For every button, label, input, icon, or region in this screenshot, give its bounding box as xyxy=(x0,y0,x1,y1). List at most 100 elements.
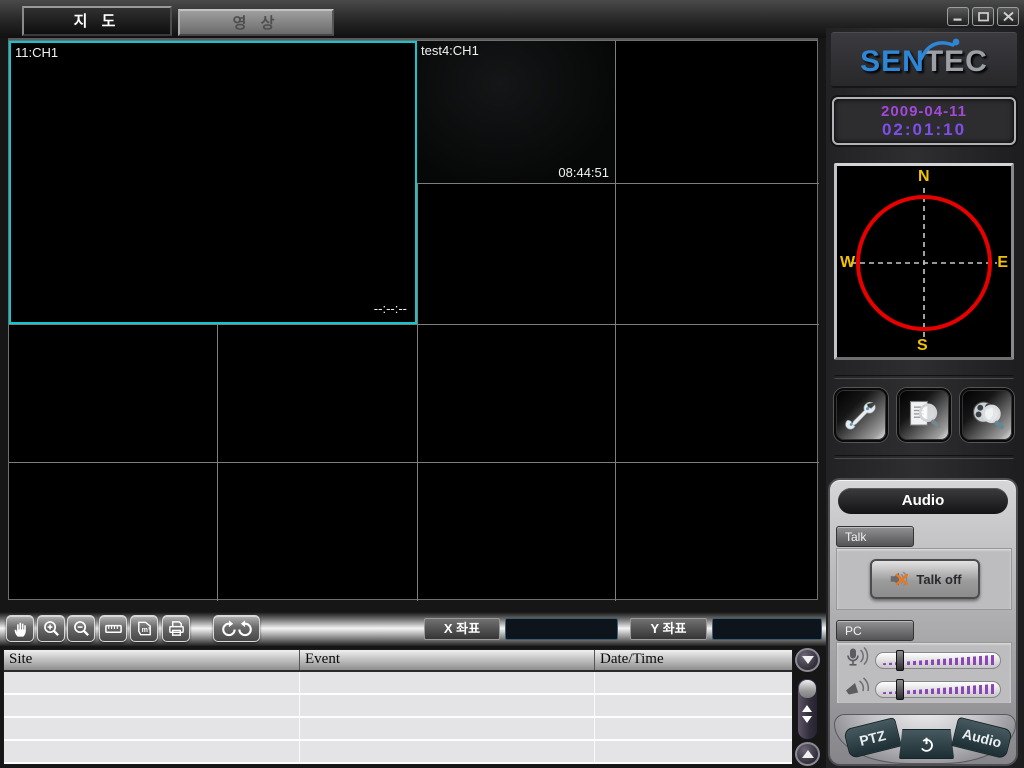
cell-site xyxy=(4,741,300,762)
audio-panel: Audio Talk Talk off PC xyxy=(828,478,1018,766)
measure-area-button[interactable]: m³ xyxy=(130,615,158,642)
zoom-in-button[interactable] xyxy=(37,615,65,642)
scrollbar-track[interactable] xyxy=(797,678,818,740)
cell-site xyxy=(4,718,300,739)
camera-label: test4:CH1 xyxy=(421,43,479,58)
table-row[interactable] xyxy=(4,695,792,718)
mic-volume-slider[interactable] xyxy=(875,652,1001,669)
minimize-button[interactable] xyxy=(947,7,969,26)
compass-north-label: N xyxy=(918,168,930,186)
video-grid: 11:CH1 --:--:-- test4:CH1 08:44:51 xyxy=(8,40,818,600)
x-coordinate-input[interactable] xyxy=(505,618,618,640)
film-search-icon xyxy=(969,397,1005,433)
camera-timestamp: 08:44:51 xyxy=(558,165,609,180)
hand-icon xyxy=(11,619,30,638)
column-header-site: Site xyxy=(4,650,300,670)
speaker-volume-slider[interactable] xyxy=(875,681,1001,698)
video-cell-selected[interactable]: 11:CH1 --:--:-- xyxy=(9,41,417,324)
rotate-undo-redo-icon xyxy=(220,619,254,638)
microphone-icon xyxy=(843,646,875,675)
measure-distance-button[interactable] xyxy=(99,615,127,642)
arrow-down-icon xyxy=(802,716,812,723)
video-cell-test4[interactable]: test4:CH1 08:44:51 xyxy=(417,41,615,183)
audio-mode-button[interactable]: Audio xyxy=(951,717,1013,760)
cell-event xyxy=(300,672,595,693)
video-cell-empty[interactable] xyxy=(217,324,417,462)
y-coordinate-label[interactable]: Y 좌표 xyxy=(630,618,707,640)
power-button[interactable] xyxy=(899,729,954,759)
application-window: 지 도 영 상 11:CH1 --:--:-- tes xyxy=(0,0,1024,768)
zoom-in-icon xyxy=(42,619,61,638)
scroll-up-button[interactable] xyxy=(795,742,820,766)
mic-volume-row xyxy=(843,647,1007,673)
tab-map[interactable]: 지 도 xyxy=(22,6,172,36)
maximize-icon xyxy=(977,11,990,22)
power-icon xyxy=(918,736,935,753)
video-cell-empty[interactable] xyxy=(615,324,819,462)
video-cell-empty[interactable] xyxy=(417,183,615,324)
log-search-button[interactable] xyxy=(897,388,951,442)
compass-panel: N E S W xyxy=(834,163,1014,360)
map-toolbar: m³ X 좌표 Y 좌표 xyxy=(0,612,828,646)
window-controls xyxy=(947,7,1019,26)
table-row[interactable] xyxy=(4,672,792,695)
ptz-mode-button[interactable]: PTZ xyxy=(843,717,902,759)
cell-datetime xyxy=(595,741,792,762)
camera-label: 11:CH1 xyxy=(15,45,58,60)
video-cell-empty[interactable] xyxy=(9,324,217,462)
video-search-button[interactable] xyxy=(960,388,1014,442)
event-table: Site Event Date/Time xyxy=(3,649,793,765)
pc-section xyxy=(836,642,1012,704)
audio-panel-title: Audio xyxy=(838,488,1008,514)
cell-datetime xyxy=(595,695,792,716)
compass-east-label: E xyxy=(997,254,1008,272)
datetime-display: 2009-04-11 02:01:10 xyxy=(832,97,1016,145)
scroll-down-button[interactable] xyxy=(795,648,820,672)
cell-datetime xyxy=(595,718,792,739)
video-cell-empty[interactable] xyxy=(417,462,615,601)
cell-site xyxy=(4,672,300,693)
column-header-event: Event xyxy=(300,650,595,670)
talk-off-icon xyxy=(888,567,912,591)
sidebar: SENTEC 2009-04-11 02:01:10 N E S W xyxy=(826,28,1024,768)
close-button[interactable] xyxy=(997,7,1019,26)
y-coordinate-input[interactable] xyxy=(712,618,822,640)
speaker-volume-thumb[interactable] xyxy=(896,679,904,700)
video-cell-empty[interactable] xyxy=(9,462,217,601)
video-cell-empty[interactable] xyxy=(417,324,615,462)
mic-volume-thumb[interactable] xyxy=(896,650,904,671)
talk-off-label: Talk off xyxy=(916,572,961,587)
zoom-out-button[interactable] xyxy=(67,615,95,642)
tab-video[interactable]: 영 상 xyxy=(178,9,334,36)
event-table-header: Site Event Date/Time xyxy=(4,650,792,672)
talk-tab[interactable]: Talk xyxy=(836,526,914,547)
scrollbar-arrows xyxy=(802,705,812,723)
pan-button[interactable] xyxy=(6,615,34,642)
camera-timestamp: --:--:-- xyxy=(374,301,407,316)
table-row[interactable] xyxy=(4,741,792,764)
scrollbar-thumb[interactable] xyxy=(799,680,816,698)
pc-tab[interactable]: PC xyxy=(836,620,914,641)
cell-event xyxy=(300,718,595,739)
arrow-up-icon xyxy=(802,750,814,758)
video-cell-empty[interactable] xyxy=(615,462,819,601)
maximize-button[interactable] xyxy=(972,7,994,26)
rotate-button[interactable] xyxy=(213,615,260,642)
settings-button[interactable] xyxy=(834,388,888,442)
print-button[interactable] xyxy=(162,615,190,642)
video-cell-empty[interactable] xyxy=(615,183,819,324)
date-text: 2009-04-11 xyxy=(834,103,1014,120)
table-row[interactable] xyxy=(4,718,792,741)
compass-south-label: S xyxy=(917,337,928,355)
area-measure-icon: m³ xyxy=(135,619,154,638)
video-cell-empty[interactable] xyxy=(615,41,819,183)
time-text: 02:01:10 xyxy=(834,120,1014,140)
minimize-icon xyxy=(952,11,965,22)
x-coordinate-label[interactable]: X 좌표 xyxy=(424,618,500,640)
ruler-icon xyxy=(104,619,123,638)
logo-swoosh-icon xyxy=(917,35,965,61)
close-icon xyxy=(1002,11,1015,22)
talk-section: Talk off xyxy=(836,548,1012,610)
talk-off-button[interactable]: Talk off xyxy=(870,559,980,599)
video-cell-empty[interactable] xyxy=(217,462,417,601)
